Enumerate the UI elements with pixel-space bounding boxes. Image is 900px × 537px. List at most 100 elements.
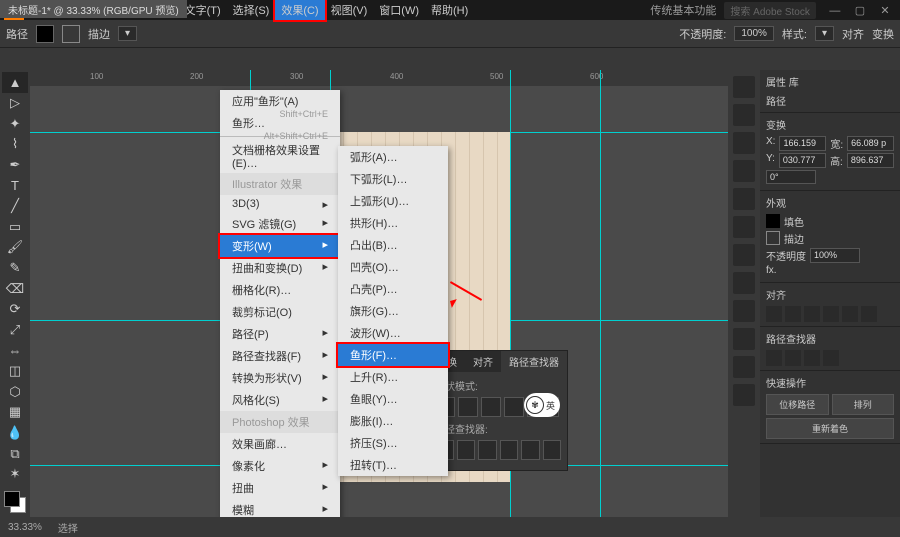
offset-path-button[interactable]: 位移路径	[766, 394, 829, 415]
menu-item-distort[interactable]: 扭曲和变换(D)	[220, 257, 340, 279]
asset-export-panel-icon[interactable]	[733, 356, 755, 378]
menu-item-path[interactable]: 路径(P)	[220, 323, 340, 345]
w-input[interactable]: 66.089 p	[847, 136, 894, 151]
document-tab[interactable]: 未标题-1* @ 33.33% (RGB/GPU 预览)	[0, 0, 187, 18]
pen-tool[interactable]: ✒	[2, 155, 28, 176]
graphic-styles-panel-icon[interactable]	[733, 300, 755, 322]
brushes-panel-icon[interactable]	[733, 132, 755, 154]
transform-label[interactable]: 变换	[872, 26, 894, 42]
magic-wand-tool[interactable]: ✦	[2, 113, 28, 134]
menu-item-blur[interactable]: 模糊	[220, 499, 340, 517]
eraser-tool[interactable]: ⌫	[2, 278, 28, 299]
align-vcenter-button[interactable]	[842, 306, 858, 322]
menu-item-gallery[interactable]: 效果画廊…	[220, 433, 340, 455]
swatches-panel-icon[interactable]	[733, 104, 755, 126]
pencil-tool[interactable]: ✎	[2, 258, 28, 279]
style-select[interactable]: ▾	[815, 26, 834, 41]
type-tool[interactable]: T	[2, 175, 28, 196]
align-left-button[interactable]	[766, 306, 782, 322]
rotate-tool[interactable]: ⟳	[2, 299, 28, 320]
align-right-button[interactable]	[804, 306, 820, 322]
y-input[interactable]: 030.777	[779, 153, 826, 168]
stroke-panel-icon[interactable]	[733, 188, 755, 210]
tab-pathfinder[interactable]: 路径查找器	[501, 351, 567, 372]
selection-tool[interactable]: ▲	[2, 72, 28, 93]
menu-item-convert-shape[interactable]: 转换为形状(V)	[220, 367, 340, 389]
menu-item-pathfinder[interactable]: 路径查找器(F)	[220, 345, 340, 367]
menu-effect[interactable]: 效果(C)	[275, 0, 324, 20]
pf-unite[interactable]	[766, 350, 782, 366]
warp-arc-upper[interactable]: 上弧形(U)…	[338, 190, 448, 212]
align-hcenter-button[interactable]	[785, 306, 801, 322]
menu-window[interactable]: 窗口(W)	[373, 0, 425, 20]
menu-item-rasterize[interactable]: 栅格化(R)…	[220, 279, 340, 301]
transparency-panel-icon[interactable]	[733, 244, 755, 266]
fill-swatch[interactable]	[36, 25, 54, 43]
menu-item-svg[interactable]: SVG 滤镜(G)	[220, 213, 340, 235]
menu-item-stylize[interactable]: 风格化(S)	[220, 389, 340, 411]
minus-back-button[interactable]	[543, 440, 562, 460]
h-input[interactable]: 896.637	[847, 153, 894, 168]
warp-shell-upper[interactable]: 凸壳(P)…	[338, 278, 448, 300]
opacity-input[interactable]: 100%	[810, 248, 860, 263]
x-input[interactable]: 166.159	[779, 136, 826, 151]
warp-wave[interactable]: 波形(W)…	[338, 322, 448, 344]
warp-shell-lower[interactable]: 凹壳(O)…	[338, 256, 448, 278]
free-transform-tool[interactable]: ◫	[2, 361, 28, 382]
warp-arch[interactable]: 拱形(H)…	[338, 212, 448, 234]
close-button[interactable]: ✕	[874, 4, 896, 17]
scale-tool[interactable]: ⤢	[2, 320, 28, 341]
menu-item-pixelate[interactable]: 像素化	[220, 455, 340, 477]
pf-intersect[interactable]	[804, 350, 820, 366]
warp-fisheye[interactable]: 鱼眼(Y)…	[338, 388, 448, 410]
search-input[interactable]: 搜索 Adobe Stock	[724, 2, 815, 19]
stroke-weight[interactable]: ▾	[118, 26, 137, 41]
warp-arc[interactable]: 弧形(A)…	[338, 146, 448, 168]
menu-item-warp[interactable]: 变形(W)	[220, 235, 340, 257]
artboards-panel-icon[interactable]	[733, 384, 755, 406]
libraries-tab[interactable]: 库	[789, 78, 799, 89]
menu-item-3d[interactable]: 3D(3)	[220, 195, 340, 213]
warp-fish[interactable]: 鱼形(F)…	[338, 344, 448, 366]
opacity-value[interactable]: 100%	[734, 26, 774, 41]
fill-color-swatch[interactable]	[766, 214, 780, 228]
align-bottom-button[interactable]	[861, 306, 877, 322]
menu-help[interactable]: 帮助(H)	[425, 0, 474, 20]
shape-builder-tool[interactable]: ⬡	[2, 381, 28, 402]
pf-minus[interactable]	[785, 350, 801, 366]
trim-button[interactable]	[457, 440, 476, 460]
merge-button[interactable]	[478, 440, 497, 460]
angle-input[interactable]: 0°	[766, 170, 816, 184]
arrange-button[interactable]: 排列	[832, 394, 895, 415]
align-label[interactable]: 对齐	[842, 26, 864, 42]
rectangle-tool[interactable]: ▭	[2, 216, 28, 237]
warp-arc-lower[interactable]: 下弧形(L)…	[338, 168, 448, 190]
brush-tool[interactable]: 🖌	[2, 237, 28, 258]
pf-exclude[interactable]	[823, 350, 839, 366]
warp-inflate[interactable]: 膨胀(I)…	[338, 410, 448, 432]
warp-twist[interactable]: 扭转(T)…	[338, 454, 448, 476]
tab-align[interactable]: 对齐	[465, 351, 501, 372]
minus-front-button[interactable]	[458, 397, 478, 417]
blend-tool[interactable]: ⧉	[2, 443, 28, 464]
symbols-panel-icon[interactable]	[733, 160, 755, 182]
warp-rise[interactable]: 上升(R)…	[338, 366, 448, 388]
outline-button[interactable]	[521, 440, 540, 460]
gradient-panel-icon[interactable]	[733, 216, 755, 238]
warp-bulge[interactable]: 凸出(B)…	[338, 234, 448, 256]
exclude-button[interactable]	[504, 397, 524, 417]
menu-item-raster-settings[interactable]: 文档栅格效果设置(E)…	[220, 139, 340, 173]
width-tool[interactable]: ⇔	[2, 340, 28, 361]
menu-item-apply-last[interactable]: 应用"鱼形"(A) Shift+Ctrl+E	[220, 90, 340, 112]
appearance-panel-icon[interactable]	[733, 272, 755, 294]
workspace-switcher[interactable]: 传统基本功能	[650, 2, 716, 18]
direct-selection-tool[interactable]: ▷	[2, 93, 28, 114]
recolor-button[interactable]: 重新着色	[766, 418, 894, 439]
layers-panel-icon[interactable]	[733, 328, 755, 350]
symbol-sprayer-tool[interactable]: ✶	[2, 464, 28, 485]
crop-button[interactable]	[500, 440, 519, 460]
stroke-color-swatch[interactable]	[766, 231, 780, 245]
color-panel-icon[interactable]	[733, 76, 755, 98]
menu-select[interactable]: 选择(S)	[227, 0, 276, 20]
menu-view[interactable]: 视图(V)	[325, 0, 374, 20]
